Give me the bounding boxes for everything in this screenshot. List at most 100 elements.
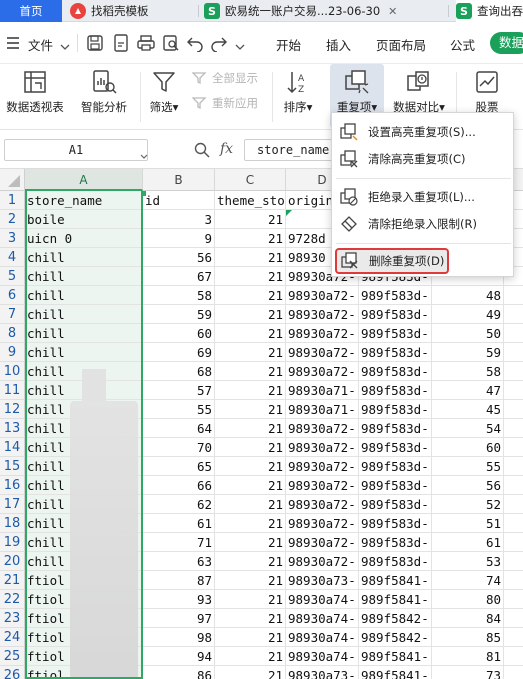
- cell-B24[interactable]: 98: [143, 628, 215, 647]
- row-header[interactable]: 21: [0, 571, 25, 590]
- row-header[interactable]: 8: [0, 324, 25, 343]
- cell-C24[interactable]: 21: [215, 628, 286, 647]
- cell-D13[interactable]: 98930a72-: [286, 419, 359, 438]
- row-header[interactable]: 7: [0, 305, 25, 324]
- menu-insert[interactable]: 插入: [326, 35, 351, 54]
- cell-C6[interactable]: 21: [215, 286, 286, 305]
- cell-G21[interactable]: [504, 571, 523, 590]
- file-menu[interactable]: 文件: [28, 35, 53, 54]
- cell-F23[interactable]: 84: [432, 609, 504, 628]
- cell-E10[interactable]: 989f583d-: [359, 362, 432, 381]
- cell-C26[interactable]: 21: [215, 666, 286, 679]
- row-header[interactable]: 11: [0, 381, 25, 400]
- cell-B23[interactable]: 97: [143, 609, 215, 628]
- cell-G24[interactable]: [504, 628, 523, 647]
- cell-G10[interactable]: [504, 362, 523, 381]
- cell-D12[interactable]: 98930a71-: [286, 400, 359, 419]
- cell-A3[interactable]: uicn 0: [25, 229, 143, 248]
- cell-F16[interactable]: 56: [432, 476, 504, 495]
- row-header[interactable]: 19: [0, 533, 25, 552]
- cell-F10[interactable]: 58: [432, 362, 504, 381]
- cell-B3[interactable]: 9: [143, 229, 215, 248]
- cell-E21[interactable]: 989f5841-: [359, 571, 432, 590]
- redo-icon[interactable]: [210, 34, 228, 52]
- cell-C2[interactable]: 21: [215, 210, 286, 229]
- cell-B18[interactable]: 61: [143, 514, 215, 533]
- row-header[interactable]: 22: [0, 590, 25, 609]
- row-header[interactable]: 14: [0, 438, 25, 457]
- cell-B13[interactable]: 64: [143, 419, 215, 438]
- cell-F15[interactable]: 55: [432, 457, 504, 476]
- menu-data-active[interactable]: 数据: [490, 32, 523, 54]
- cell-E15[interactable]: 989f583d-: [359, 457, 432, 476]
- cell-D14[interactable]: 98930a72-: [286, 438, 359, 457]
- fill-handle[interactable]: [141, 191, 146, 196]
- cell-G6[interactable]: [504, 286, 523, 305]
- chevron-down-icon[interactable]: [140, 148, 148, 162]
- cell-G13[interactable]: [504, 419, 523, 438]
- cell-B6[interactable]: 58: [143, 286, 215, 305]
- cell-C3[interactable]: 21: [215, 229, 286, 248]
- row-header[interactable]: 23: [0, 609, 25, 628]
- cell-A6[interactable]: chill: [25, 286, 143, 305]
- smart-analysis-button[interactable]: 智能分析: [76, 64, 132, 128]
- cell-G8[interactable]: [504, 324, 523, 343]
- name-box[interactable]: A1: [4, 139, 148, 161]
- menu-formula[interactable]: 公式: [450, 35, 475, 54]
- cell-E26[interactable]: 989f5841-: [359, 666, 432, 679]
- cell-C8[interactable]: 21: [215, 324, 286, 343]
- cell-A9[interactable]: chill: [25, 343, 143, 362]
- hamburger-menu-icon[interactable]: [6, 37, 20, 52]
- cell-E6[interactable]: 989f583d-: [359, 286, 432, 305]
- reapply-button[interactable]: 重新应用: [192, 95, 258, 111]
- cell-D9[interactable]: 98930a72-: [286, 343, 359, 362]
- cell-A4[interactable]: chill: [25, 248, 143, 267]
- zoom-formula-icon[interactable]: [194, 142, 210, 161]
- cell-C12[interactable]: 21: [215, 400, 286, 419]
- cell-F8[interactable]: 50: [432, 324, 504, 343]
- print-preview-icon[interactable]: [162, 34, 180, 52]
- row-header[interactable]: 25: [0, 647, 25, 666]
- cell-B9[interactable]: 69: [143, 343, 215, 362]
- cell-E18[interactable]: 989f583d-: [359, 514, 432, 533]
- menu-page-layout[interactable]: 页面布局: [376, 35, 426, 54]
- undo-icon[interactable]: [186, 34, 204, 52]
- cell-B11[interactable]: 57: [143, 381, 215, 400]
- close-tab-icon[interactable]: ✕: [388, 5, 397, 18]
- row-header[interactable]: 1: [0, 191, 25, 210]
- cell-D16[interactable]: 98930a72-: [286, 476, 359, 495]
- save-icon[interactable]: [86, 34, 104, 52]
- cell-B8[interactable]: 60: [143, 324, 215, 343]
- cell-D22[interactable]: 98930a74-: [286, 590, 359, 609]
- cell-E19[interactable]: 989f583d-: [359, 533, 432, 552]
- cell-D10[interactable]: 98930a72-: [286, 362, 359, 381]
- cell-F22[interactable]: 80: [432, 590, 504, 609]
- menu-start[interactable]: 开始: [276, 35, 301, 54]
- tab-templates[interactable]: 找稻壳模板: [70, 0, 200, 22]
- cell-B10[interactable]: 68: [143, 362, 215, 381]
- cell-G7[interactable]: [504, 305, 523, 324]
- print-icon[interactable]: [137, 34, 155, 52]
- cell-G11[interactable]: [504, 381, 523, 400]
- cell-B22[interactable]: 93: [143, 590, 215, 609]
- cell-D21[interactable]: 98930a73-: [286, 571, 359, 590]
- cell-G9[interactable]: [504, 343, 523, 362]
- cell-B26[interactable]: 86: [143, 666, 215, 679]
- cell-E23[interactable]: 989f5842-: [359, 609, 432, 628]
- cell-C16[interactable]: 21: [215, 476, 286, 495]
- cell-C14[interactable]: 21: [215, 438, 286, 457]
- cell-G15[interactable]: [504, 457, 523, 476]
- cell-G22[interactable]: [504, 590, 523, 609]
- cell-D25[interactable]: 98930a74-: [286, 647, 359, 666]
- cell-C22[interactable]: 21: [215, 590, 286, 609]
- cell-C4[interactable]: 21: [215, 248, 286, 267]
- cell-G16[interactable]: [504, 476, 523, 495]
- cell-E24[interactable]: 989f5842-: [359, 628, 432, 647]
- cell-C17[interactable]: 21: [215, 495, 286, 514]
- menu-item-reject-duplicates[interactable]: 拒绝录入重复项(L)...: [336, 184, 511, 210]
- row-header[interactable]: 10: [0, 362, 25, 381]
- cell-F6[interactable]: 48: [432, 286, 504, 305]
- cell-A5[interactable]: chill: [25, 267, 143, 286]
- cell-C21[interactable]: 21: [215, 571, 286, 590]
- row-header[interactable]: 4: [0, 248, 25, 267]
